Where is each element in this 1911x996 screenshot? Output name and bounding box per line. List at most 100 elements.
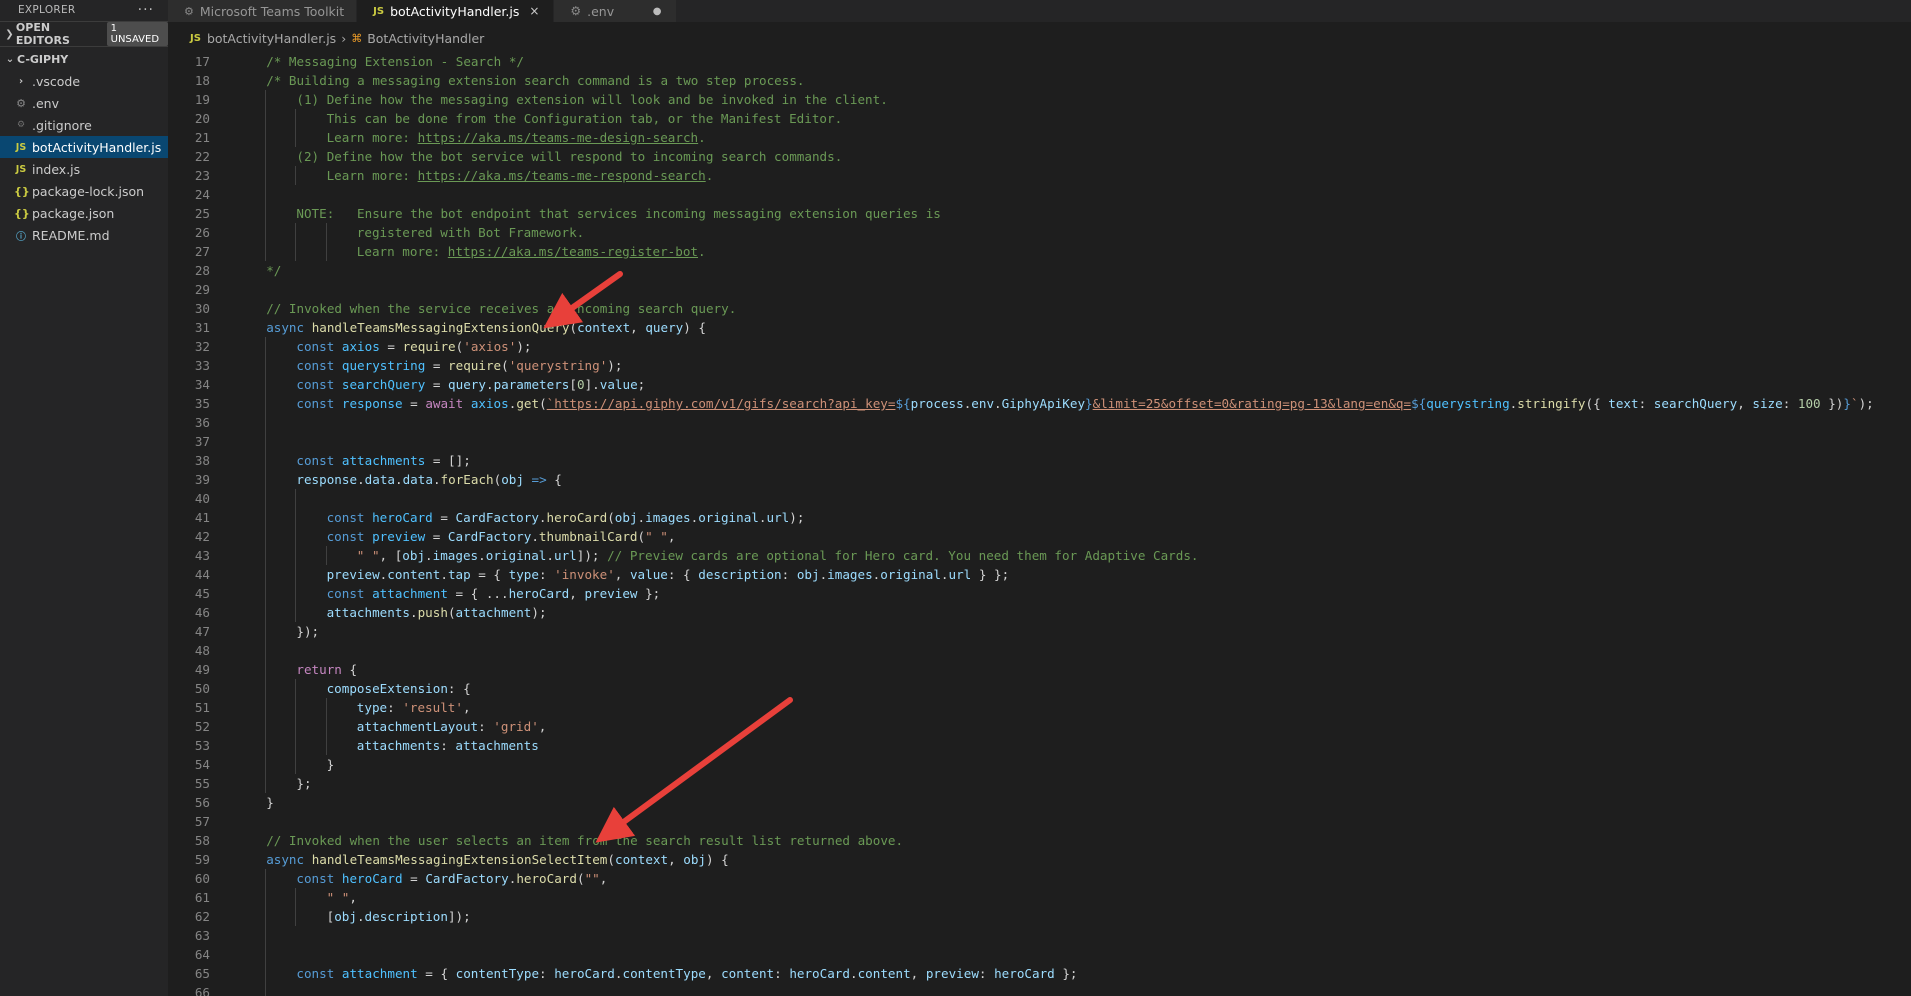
line-number: 60 <box>194 871 210 886</box>
code-line: 47}); <box>168 622 1911 641</box>
file-tree-item[interactable]: ⓘ README.md <box>0 224 168 246</box>
code-token: . <box>425 548 433 563</box>
line-number: 65 <box>194 966 210 981</box>
indent-guide <box>295 223 297 242</box>
code-token: const <box>296 871 342 886</box>
project-folder-section[interactable]: ⌄ C-GIPHY <box>0 48 168 70</box>
code-text <box>236 413 296 432</box>
code-token: = { <box>417 966 456 981</box>
code-token: preview <box>925 966 979 981</box>
code-token: description <box>698 567 782 582</box>
chevron-right-icon: › <box>341 30 347 46</box>
code-token: = <box>402 396 426 411</box>
indent-guide <box>265 774 267 793</box>
code-token: images <box>645 510 691 525</box>
code-token: querystring <box>1426 396 1510 411</box>
code-token: { <box>546 472 562 487</box>
indent-guide <box>265 888 267 907</box>
breadcrumb-file[interactable]: botActivityHandler.js <box>207 31 336 46</box>
code-line: 26 registered with Bot Framework. <box>168 223 1911 242</box>
more-actions-icon[interactable]: ··· <box>138 2 154 18</box>
code-token: const <box>326 586 373 601</box>
line-number: 17 <box>194 54 210 69</box>
code-token: heroCard <box>554 966 615 981</box>
code-token: data <box>402 472 433 487</box>
file-tree-item[interactable]: {} package.json <box>0 202 168 224</box>
breadcrumb-symbol[interactable]: BotActivityHandler <box>367 31 484 46</box>
code-line: 45 const attachment = { ...heroCard, prev… <box>168 584 1911 603</box>
code-line: 38 const attachments = []; <box>168 451 1911 470</box>
code-token: heroCard <box>516 871 577 886</box>
code-token: , <box>705 966 722 981</box>
code-token: size <box>1752 396 1783 411</box>
file-tree-item[interactable]: ⚙ .env <box>0 92 168 114</box>
code-token: : <box>539 966 555 981</box>
line-number: 66 <box>194 985 210 996</box>
line-number: 43 <box>194 548 210 563</box>
file-tree-item[interactable]: JS index.js <box>0 158 168 180</box>
code-token: ]); <box>447 909 471 924</box>
indent-guide <box>295 888 297 907</box>
code-token: : <box>781 567 797 582</box>
code-token: ) { <box>705 852 729 867</box>
code-token: preview <box>584 586 638 601</box>
file-tree-item[interactable]: JS botActivityHandler.js <box>0 136 168 158</box>
code-token: This can be done from the Configuration … <box>326 111 843 126</box>
js-file-icon: JS <box>190 32 201 44</box>
indent-guide <box>325 698 327 717</box>
code-token: const <box>296 453 342 468</box>
tab-bot-activity-handler[interactable]: JS botActivityHandler.js × <box>357 0 555 22</box>
indent-guide <box>265 945 267 964</box>
code-line: 40 <box>168 489 1911 508</box>
code-token: ); <box>789 510 805 525</box>
code-token: CardFactory <box>425 871 509 886</box>
code-token: CardFactory <box>455 510 539 525</box>
file-tree-item[interactable]: ⚙ .gitignore <box>0 114 168 136</box>
close-icon[interactable]: × <box>527 4 541 18</box>
code-token: : <box>478 719 494 734</box>
code-text: NOTE: Ensure the bot endpoint that servi… <box>236 204 941 223</box>
code-token: heroCard <box>341 871 403 886</box>
file-tree-item[interactable]: {} package-lock.json <box>0 180 168 202</box>
code-token: " " <box>645 529 668 544</box>
code-token: . <box>440 567 448 582</box>
code-token: &limit=25&offset=0&rating=pg-13&lang=en&… <box>1092 396 1412 411</box>
tab-teams-toolkit[interactable]: ⚙ Microsoft Teams Toolkit <box>168 0 358 22</box>
line-number: 50 <box>194 681 210 696</box>
line-number: 19 <box>194 92 210 107</box>
tab-env[interactable]: ⚙ .env ● <box>554 0 678 22</box>
code-text: // Invoked when the service receives an … <box>236 299 736 318</box>
indent-guide <box>295 109 297 128</box>
code-text: /* Messaging Extension - Search */ <box>236 52 524 71</box>
code-text: attachments.push(attachment); <box>236 603 547 622</box>
code-token: url <box>554 548 577 563</box>
code-line: 66 <box>168 983 1911 996</box>
indent-guide <box>265 698 267 717</box>
file-tree-item[interactable]: › .vscode <box>0 70 168 92</box>
indent-guide <box>265 147 267 166</box>
code-editor[interactable]: 17 /* Messaging Extension - Search */ 18 /*… <box>168 52 1911 996</box>
indent-guide <box>265 185 267 204</box>
unsaved-dot-icon[interactable]: ● <box>650 6 664 17</box>
code-line: 24 <box>168 185 1911 204</box>
code-token: }; <box>637 586 661 601</box>
code-token: [ <box>569 377 577 392</box>
line-number: 36 <box>194 415 210 430</box>
code-token: ( <box>447 605 456 620</box>
explorer-header: EXPLORER ··· <box>0 0 168 20</box>
code-token: attachments <box>341 453 426 468</box>
code-text: async handleTeamsMessagingExtensionQuery… <box>236 318 706 337</box>
code-token: } <box>266 795 274 810</box>
open-editors-section[interactable]: ❯ OPEN EDITORS 1 UNSAVED <box>0 21 168 47</box>
indent-guide <box>265 622 267 641</box>
class-symbol-icon: ⌘ <box>351 31 363 45</box>
code-token: value <box>629 567 668 582</box>
code-token: : { <box>447 681 471 696</box>
code-token: url <box>766 510 790 525</box>
code-line: 62 [obj.description]); <box>168 907 1911 926</box>
code-line: 53 attachments: attachments <box>168 736 1911 755</box>
chevron-right-icon: ❯ <box>5 28 14 40</box>
code-token: : <box>387 700 403 715</box>
code-token: // Preview cards are optional for Hero c… <box>607 548 1199 563</box>
